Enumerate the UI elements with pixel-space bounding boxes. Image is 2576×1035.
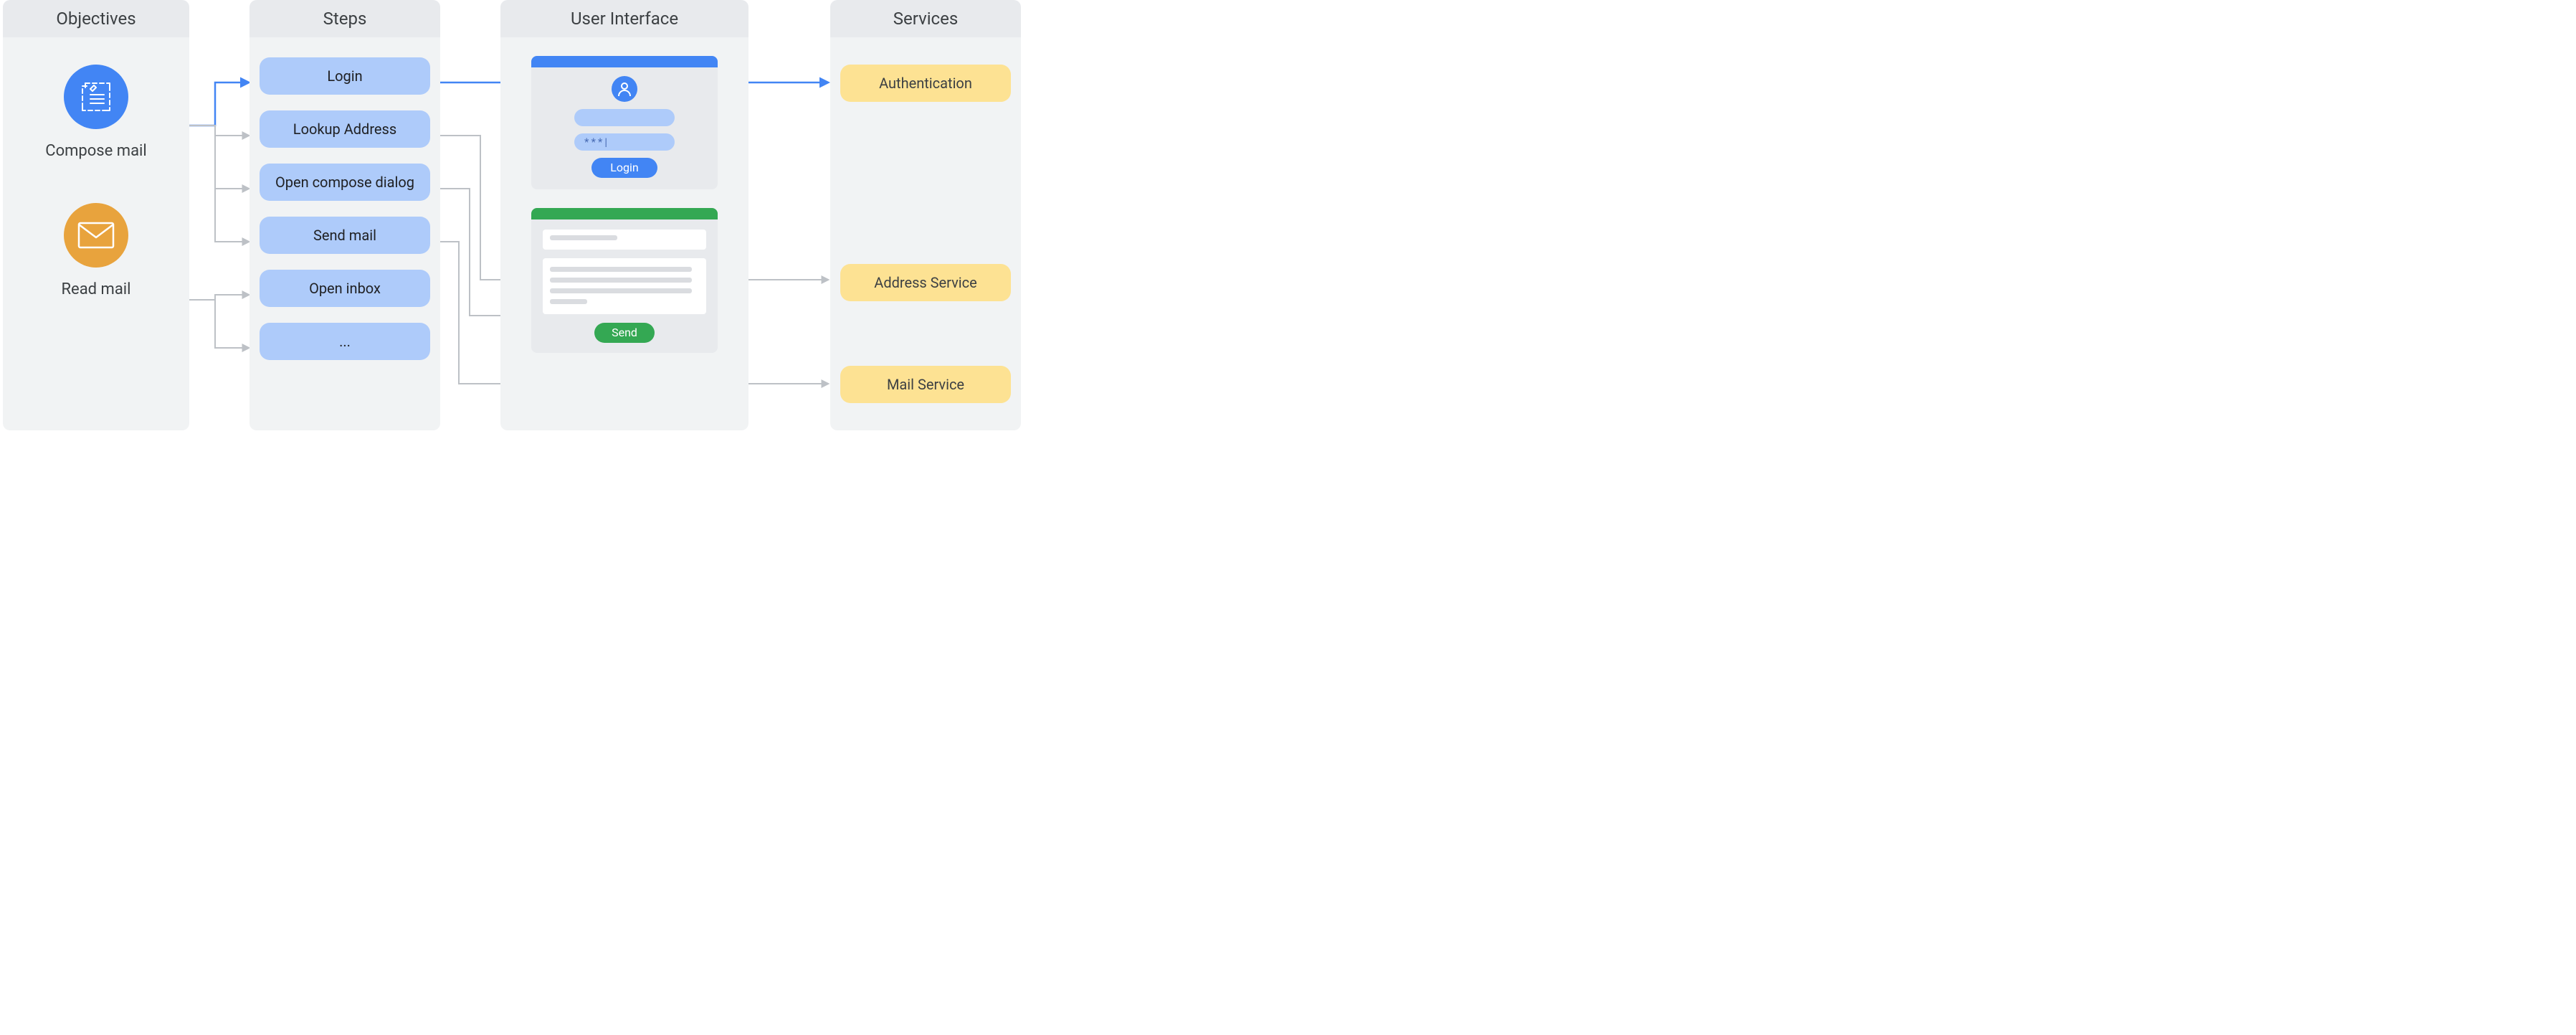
steps-column: Steps Login Lookup Address Open compose … [249,0,440,430]
service-authentication: Authentication [840,65,1011,102]
services-column: Services Authentication Address Service … [830,0,1021,430]
arrow-compose-to-lookup [186,126,249,136]
step-open-compose: Open compose dialog [260,164,430,201]
login-card: ***| Login [531,56,718,189]
step-open-inbox: Open inbox [260,270,430,307]
read-mail-icon-circle [64,203,128,268]
objectives-body: Compose mail Read mail [3,37,189,430]
services-header: Services [830,0,1021,37]
envelope-icon [77,222,115,249]
login-button: Login [591,158,657,178]
step-lookup-address: Lookup Address [260,110,430,148]
diagram-canvas: Objectives Compose mail [0,0,1118,450]
password-mask: ***| [584,136,609,148]
objectives-header: Objectives [3,0,189,37]
service-mail: Mail Service [840,366,1011,403]
avatar-icon [612,76,637,102]
step-login: Login [260,57,430,95]
step-more: ... [260,323,430,360]
services-body: Authentication Address Service Mail Serv… [830,37,1021,430]
step-send-mail: Send mail [260,217,430,254]
ui-column: User Interface ***| Login [500,0,748,430]
compose-card-titlebar [531,208,718,219]
steps-header: Steps [249,0,440,37]
compose-card: Send [531,208,718,353]
compose-to-field [543,230,706,250]
arrow-compose-to-opencompose [186,126,249,189]
objectives-column: Objectives Compose mail [3,0,189,430]
steps-body: Login Lookup Address Open compose dialog… [249,37,440,430]
send-button: Send [594,323,655,343]
login-card-titlebar [531,56,718,67]
username-field [574,109,675,126]
arrow-compose-to-sendmail [186,126,249,242]
compose-message-field [543,258,706,314]
compose-mail-label: Compose mail [45,142,147,160]
ui-header: User Interface [500,0,748,37]
password-field: ***| [574,133,675,151]
arrow-read-to-more [186,300,249,348]
compose-document-icon [80,80,113,113]
ui-body: ***| Login Send [500,37,748,430]
read-mail-label: Read mail [61,280,130,298]
compose-mail-icon-circle [64,65,128,129]
person-icon [617,82,632,96]
service-address: Address Service [840,264,1011,301]
